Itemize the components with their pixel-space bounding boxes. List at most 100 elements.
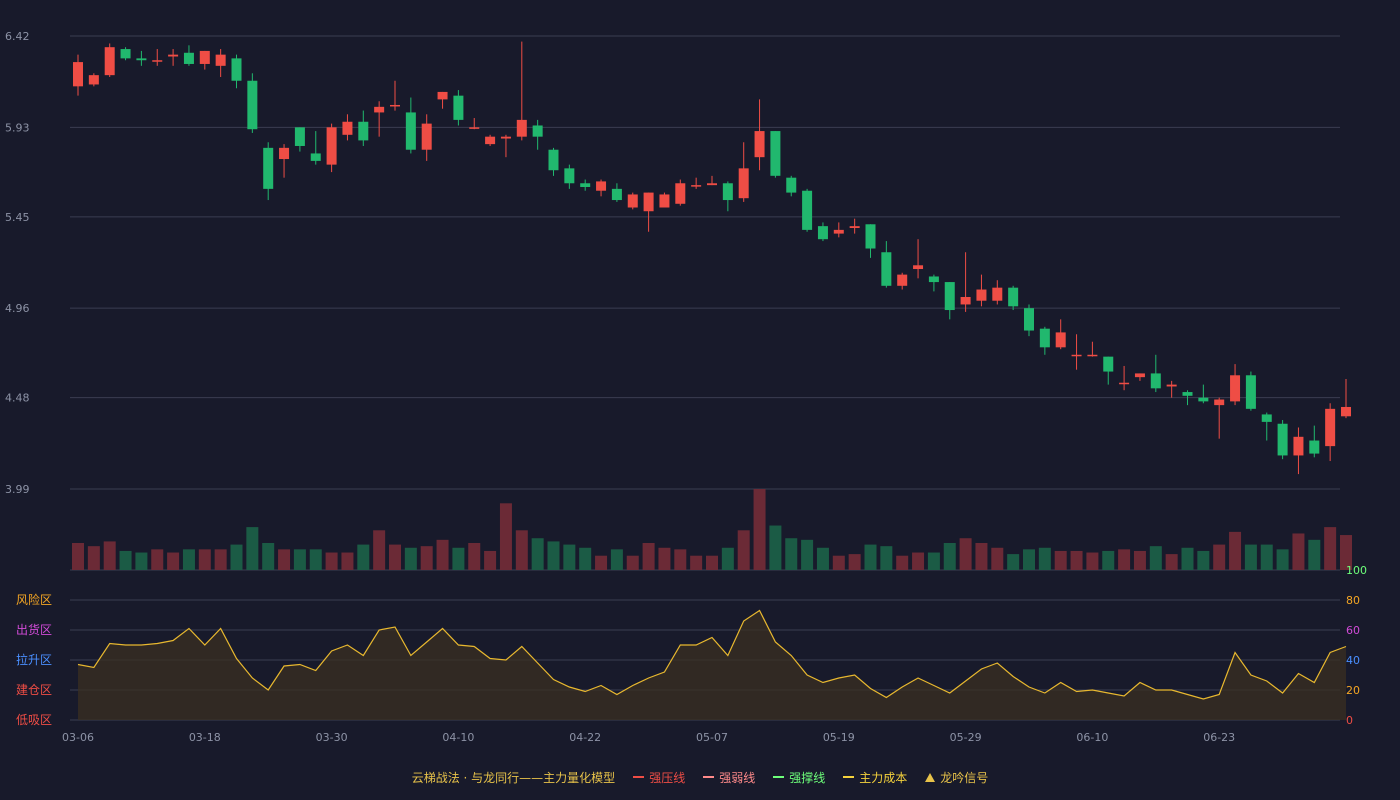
volume-bar	[135, 552, 148, 570]
legend-item-dragon-signal[interactable]: 龙吟信号	[925, 769, 988, 786]
volume-bar	[721, 547, 734, 570]
candle-up	[421, 114, 432, 161]
volume-bar	[246, 527, 259, 570]
volume-bar	[293, 549, 306, 570]
candle-body	[199, 50, 210, 64]
volume-bar	[1149, 546, 1162, 570]
candle-body	[802, 190, 813, 230]
candle-down	[1103, 356, 1114, 385]
candle-body	[786, 177, 797, 193]
candle-body	[405, 112, 416, 150]
candle-down	[294, 127, 305, 152]
legend-item-strength-line[interactable]: 强弱线	[703, 769, 755, 786]
x-tick-label: 03-06	[62, 731, 94, 744]
candle-up	[738, 142, 749, 202]
candle-body	[992, 287, 1003, 301]
candle-body	[1341, 406, 1351, 417]
candle-body	[469, 127, 480, 129]
candle-body	[310, 153, 321, 161]
candle-up	[1166, 380, 1177, 398]
volume-bar	[785, 538, 798, 570]
candle-body	[1071, 354, 1082, 357]
legend-item-strong-support[interactable]: 强撑线	[773, 769, 825, 786]
candle-down	[770, 131, 781, 178]
candle-body	[215, 54, 226, 66]
volume-bar	[151, 549, 164, 570]
price-tick-label: 5.45	[5, 211, 30, 224]
volume-bar	[880, 546, 893, 570]
volume-bar	[230, 544, 243, 570]
x-tick-label: 03-18	[189, 731, 221, 744]
x-axis: 03-06 03-18 03-30 04-10 04-22 05-07 05-19 05-29…	[62, 731, 1235, 744]
volume-bar	[1292, 533, 1305, 570]
volume-bar	[595, 555, 608, 570]
volume-bar	[1086, 552, 1099, 570]
candle-down	[580, 179, 591, 191]
volume-bar	[737, 530, 750, 570]
candle-body	[1325, 408, 1336, 447]
candle-up	[1214, 397, 1225, 439]
candle-up	[88, 73, 99, 87]
candle-down	[1277, 420, 1288, 460]
legend-item-main-cost[interactable]: 主力成本	[843, 769, 907, 786]
volume-bar	[579, 547, 592, 570]
price-tick-label: 3.99	[5, 483, 30, 496]
candle-body	[1293, 436, 1304, 456]
candle-body	[913, 265, 924, 270]
candle-up	[485, 134, 496, 146]
candle-up	[1341, 379, 1351, 419]
volume-series	[72, 489, 1352, 570]
candlestick-series	[73, 41, 1351, 475]
candle-body	[1182, 392, 1193, 396]
candle-body	[1103, 356, 1114, 372]
candle-up	[960, 252, 971, 312]
candle-up	[342, 114, 353, 141]
legend-label: 龙吟信号	[940, 770, 989, 785]
candle-body	[485, 136, 496, 145]
candle-down	[817, 222, 828, 242]
volume-bar	[1213, 544, 1226, 570]
candle-body	[390, 104, 400, 107]
triangle-up-icon	[925, 772, 936, 782]
volume-bar	[119, 550, 132, 570]
candle-body	[168, 54, 179, 57]
oscillator-tick-label: 100	[1346, 564, 1367, 577]
volume-bar	[769, 525, 782, 570]
candle-up	[976, 274, 987, 307]
x-tick-label: 06-23	[1203, 731, 1235, 744]
legend-item-strong-resistance[interactable]: 强压线	[633, 769, 685, 786]
volume-bar	[610, 549, 623, 570]
candle-up	[1071, 334, 1082, 370]
volume-bar	[1070, 550, 1083, 570]
candle-down	[453, 90, 464, 126]
volume-bar	[959, 538, 972, 570]
candle-down	[1024, 304, 1034, 337]
volume-bar	[1244, 544, 1257, 570]
candle-body	[707, 183, 717, 186]
volume-bar	[87, 546, 100, 570]
candle-up	[643, 192, 654, 232]
candle-body	[1150, 373, 1161, 389]
volume-bar	[848, 554, 861, 570]
candle-up	[627, 192, 638, 210]
volume-bar	[309, 549, 322, 570]
candle-down	[263, 142, 274, 201]
candle-body	[928, 276, 939, 283]
volume-bar	[658, 547, 671, 570]
price-tick-label: 6.42	[5, 30, 30, 43]
dashed-swatch-icon	[703, 776, 715, 778]
candle-down	[548, 147, 559, 176]
legend-title: 云梯战法 · 与龙同行——主力量化模型	[411, 770, 616, 785]
oscillator-series	[77, 609, 1347, 720]
line-swatch-icon	[633, 776, 645, 778]
volume-bar	[1102, 550, 1115, 570]
candle-body	[1134, 373, 1145, 378]
candle-body	[183, 52, 194, 64]
candle-down	[183, 45, 194, 66]
candle-body	[73, 62, 83, 87]
x-tick-label: 05-19	[823, 731, 855, 744]
volume-bar	[499, 503, 512, 570]
volume-bar	[452, 547, 465, 570]
candle-body	[960, 296, 971, 305]
volume-bar	[690, 555, 703, 570]
